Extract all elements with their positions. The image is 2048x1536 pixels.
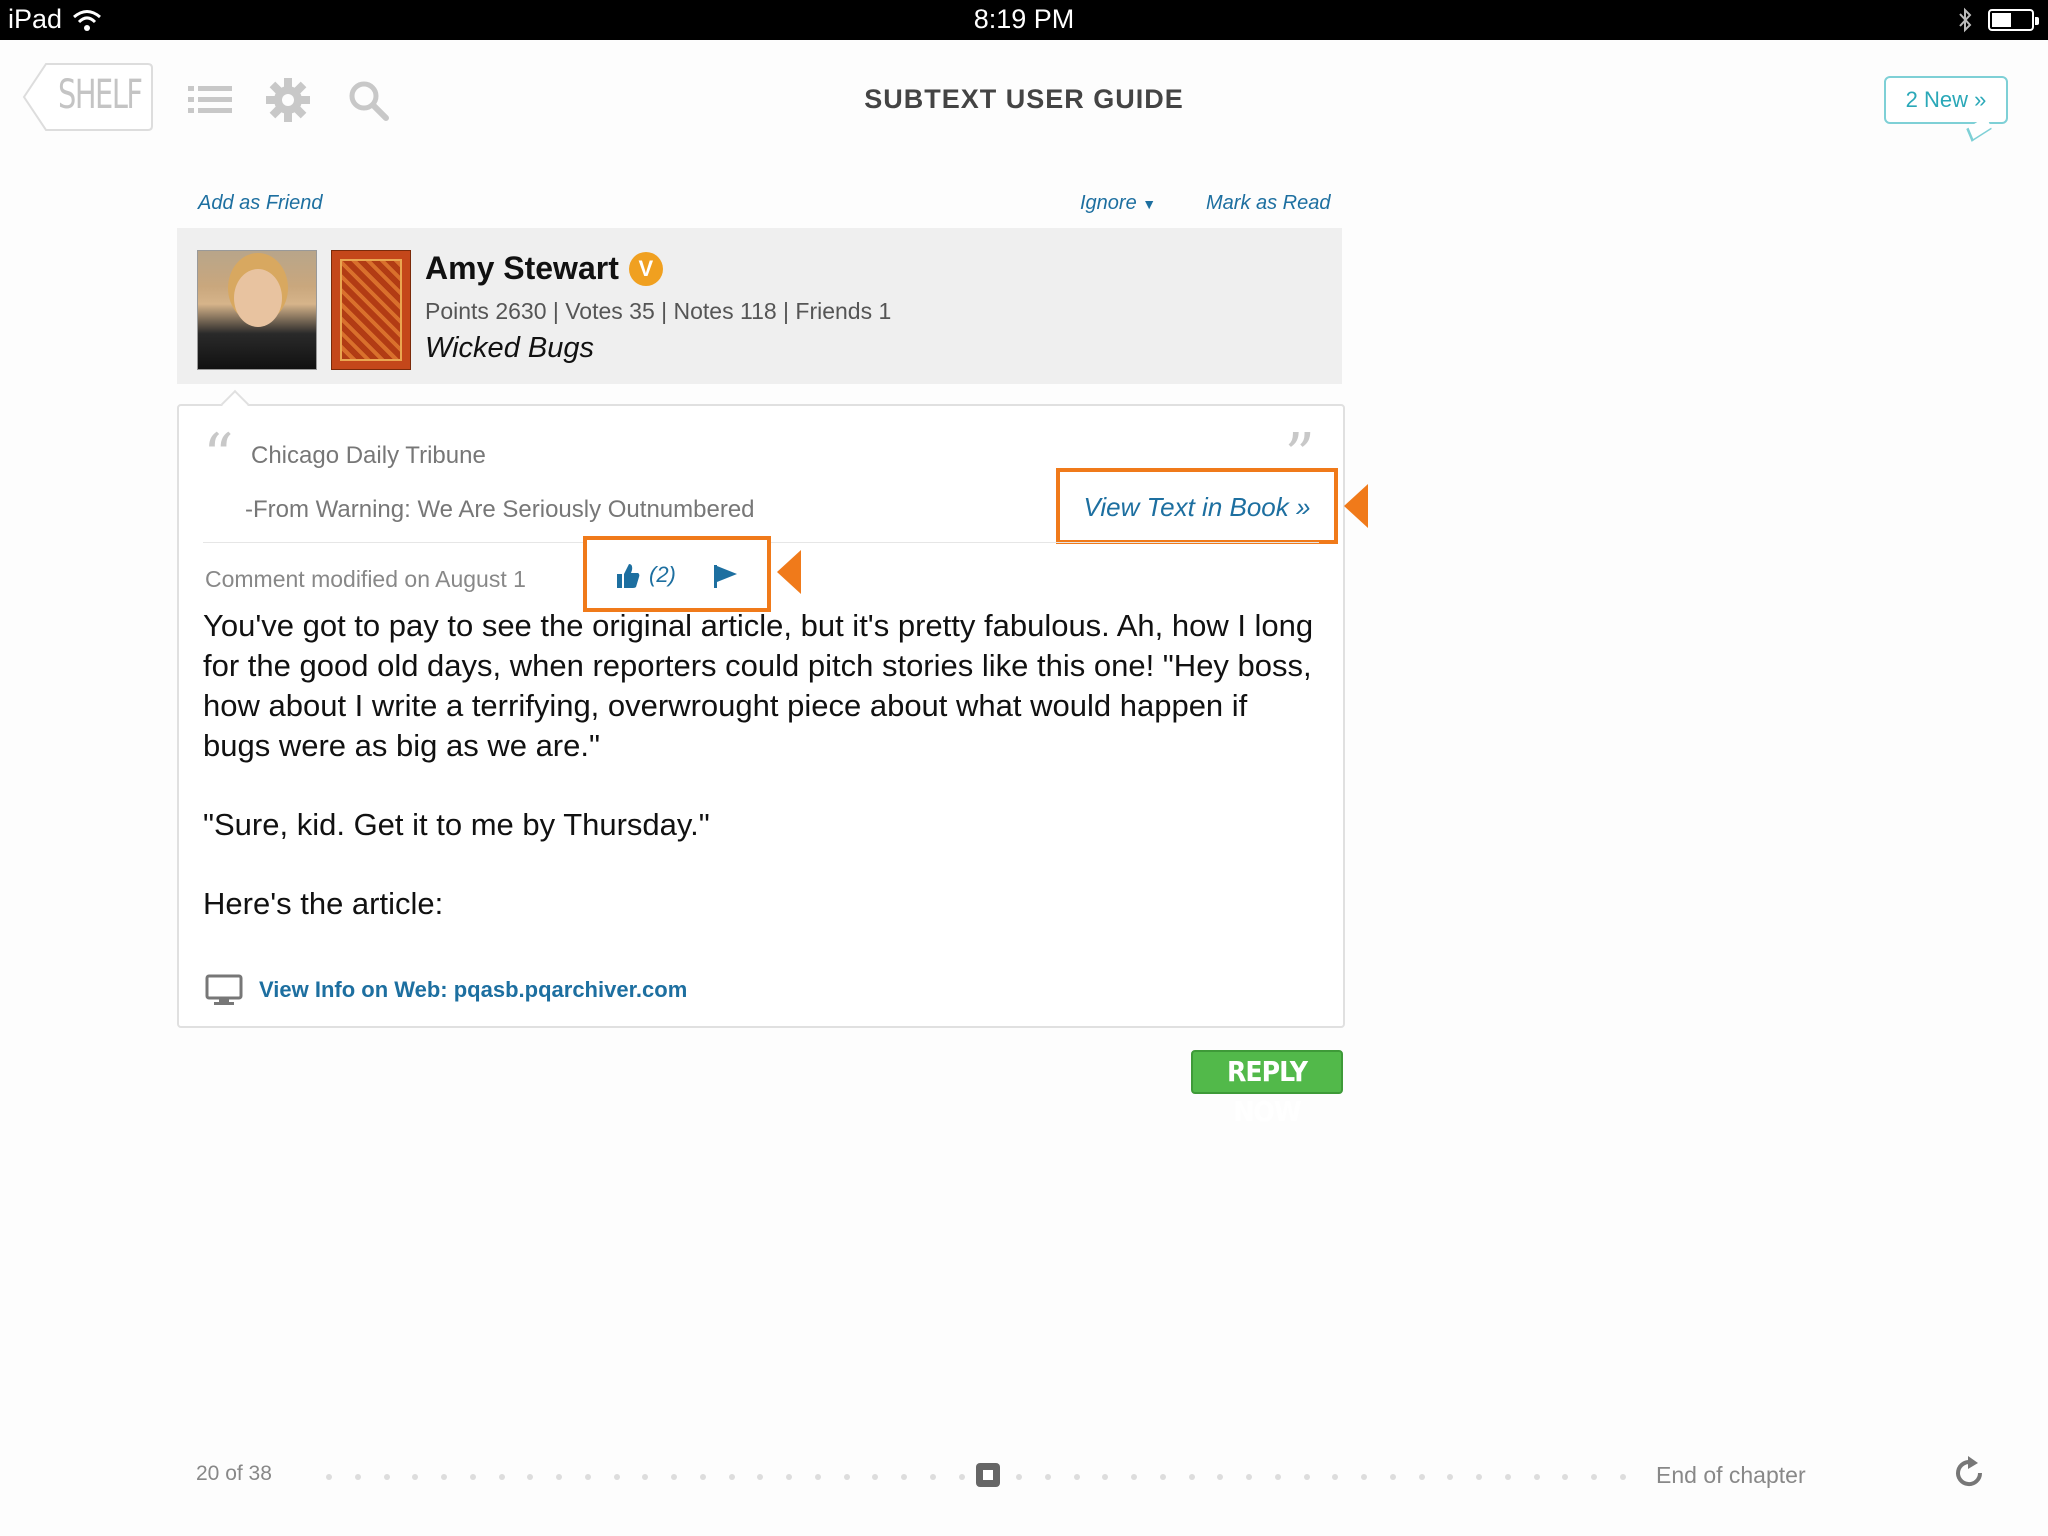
highlight-arrow-icon [1344,484,1368,528]
view-text-in-book-link[interactable]: View Text in Book » [1060,492,1334,523]
thumbs-up-icon[interactable] [613,562,641,590]
page-dot [901,1474,907,1480]
profile-panel: Amy Stewart V Points 2630 | Votes 35 | N… [177,228,1342,384]
vote-highlight: (2) [583,536,771,612]
status-right [1958,7,2039,33]
profile-name[interactable]: Amy Stewart [425,250,619,287]
profile-name-row: Amy Stewart V [425,250,663,287]
page-dot [1044,1474,1051,1480]
web-link-label: View Info on Web: pqasb.pqarchiver.com [259,977,688,1002]
page-dot [527,1474,534,1480]
profile-stats: Points 2630 | Votes 35 | Notes 118 | Fri… [425,298,892,324]
ignore-link[interactable]: Ignore ▼ [1080,192,1156,215]
clock: 8:19 PM [973,4,1075,34]
page-dot [728,1474,735,1480]
page-dot [1447,1474,1454,1480]
page-dot [1246,1474,1252,1480]
page-dot [469,1474,476,1480]
page-indicator: 20 of 38 [196,1462,272,1485]
quote-source: Chicago Daily Tribune [251,442,486,469]
new-notifications-label: 2 New » [1905,87,1987,112]
page-title: SUBTEXT USER GUIDE [864,84,1184,114]
page-dot [843,1474,850,1480]
page-dot [1131,1474,1137,1480]
comment-paragraph: You've got to pay to see the original ar… [203,608,1314,763]
reply-now-button[interactable]: REPLY NOW [1191,1050,1343,1128]
page-dot [556,1474,562,1480]
page-dot [1504,1474,1511,1480]
page-scrubber-thumb[interactable] [976,1463,1000,1487]
page-dot [1533,1474,1540,1480]
end-of-chapter-label: End of chapter [1656,1462,1806,1488]
page-dot [1274,1474,1281,1480]
profile-book-title[interactable]: Wicked Bugs [425,332,594,365]
page-dot [814,1474,821,1480]
bluetooth-icon [1959,7,1972,33]
page-dot [412,1474,419,1480]
flag-icon[interactable] [711,562,739,590]
comment-body: You've got to pay to see the original ar… [203,606,1323,963]
page-dot [584,1474,591,1480]
page-dot [1418,1474,1425,1480]
battery-icon [1988,9,2039,31]
page-dot [1562,1474,1569,1480]
new-notifications-button[interactable]: 2 New » [1884,76,2008,142]
comment-paragraph: "Sure, kid. Get it to me by Thursday." [203,807,710,842]
comment-card: “ ” Chicago Daily Tribune -From Warning:… [177,389,1368,1028]
page-dot [786,1474,792,1480]
page-dot [354,1474,361,1480]
page-dot [1389,1474,1396,1480]
page-dot [1188,1474,1195,1480]
monitor-icon [205,974,243,1005]
page-dot [326,1474,332,1480]
page-dot [1476,1474,1482,1480]
view-text-highlight: View Text in Book » [1056,468,1338,544]
avatar[interactable] [197,250,317,370]
book-cover[interactable] [331,250,411,370]
author-badge-icon: V [628,251,663,286]
add-friend-link[interactable]: Add as Friend [198,192,323,215]
page-dot [1303,1474,1310,1480]
page-dot [383,1474,390,1480]
page-dot [1361,1474,1367,1480]
page-dot [1591,1474,1597,1480]
page-dot [1102,1474,1109,1480]
comment-paragraph: Here's the article: [203,886,444,921]
page-dot [1159,1474,1166,1480]
page-dot [1016,1474,1022,1480]
page-dot [613,1474,620,1480]
view-info-web-link[interactable]: View Info on Web: pqasb.pqarchiver.com [205,974,687,1006]
page-dot [1332,1474,1339,1480]
page-dot [1217,1474,1224,1480]
comment-modified: Comment modified on August 1 [205,566,526,592]
page-dot [1619,1474,1626,1480]
page-dot [757,1474,764,1480]
page-dot [929,1474,936,1480]
page-dot [671,1474,677,1480]
refresh-icon[interactable] [1950,1454,1988,1492]
highlight-arrow-icon [777,550,801,594]
quote-from: -From Warning: We Are Seriously Outnumbe… [245,496,755,523]
page-dot [441,1474,447,1480]
status-bar: iPad 8:19 PM [0,0,2048,40]
page-dot [642,1474,649,1480]
page-dot [958,1474,965,1480]
chevron-down-icon: ▼ [1142,196,1157,212]
mark-read-link[interactable]: Mark as Read [1206,192,1331,215]
ignore-label: Ignore [1080,192,1137,214]
page-dot [498,1474,505,1480]
page-dot [699,1474,706,1480]
vote-count: (2) [649,562,676,587]
open-quote-icon: “ [203,421,234,491]
page-dot [1073,1474,1080,1480]
page-dot [872,1474,879,1480]
